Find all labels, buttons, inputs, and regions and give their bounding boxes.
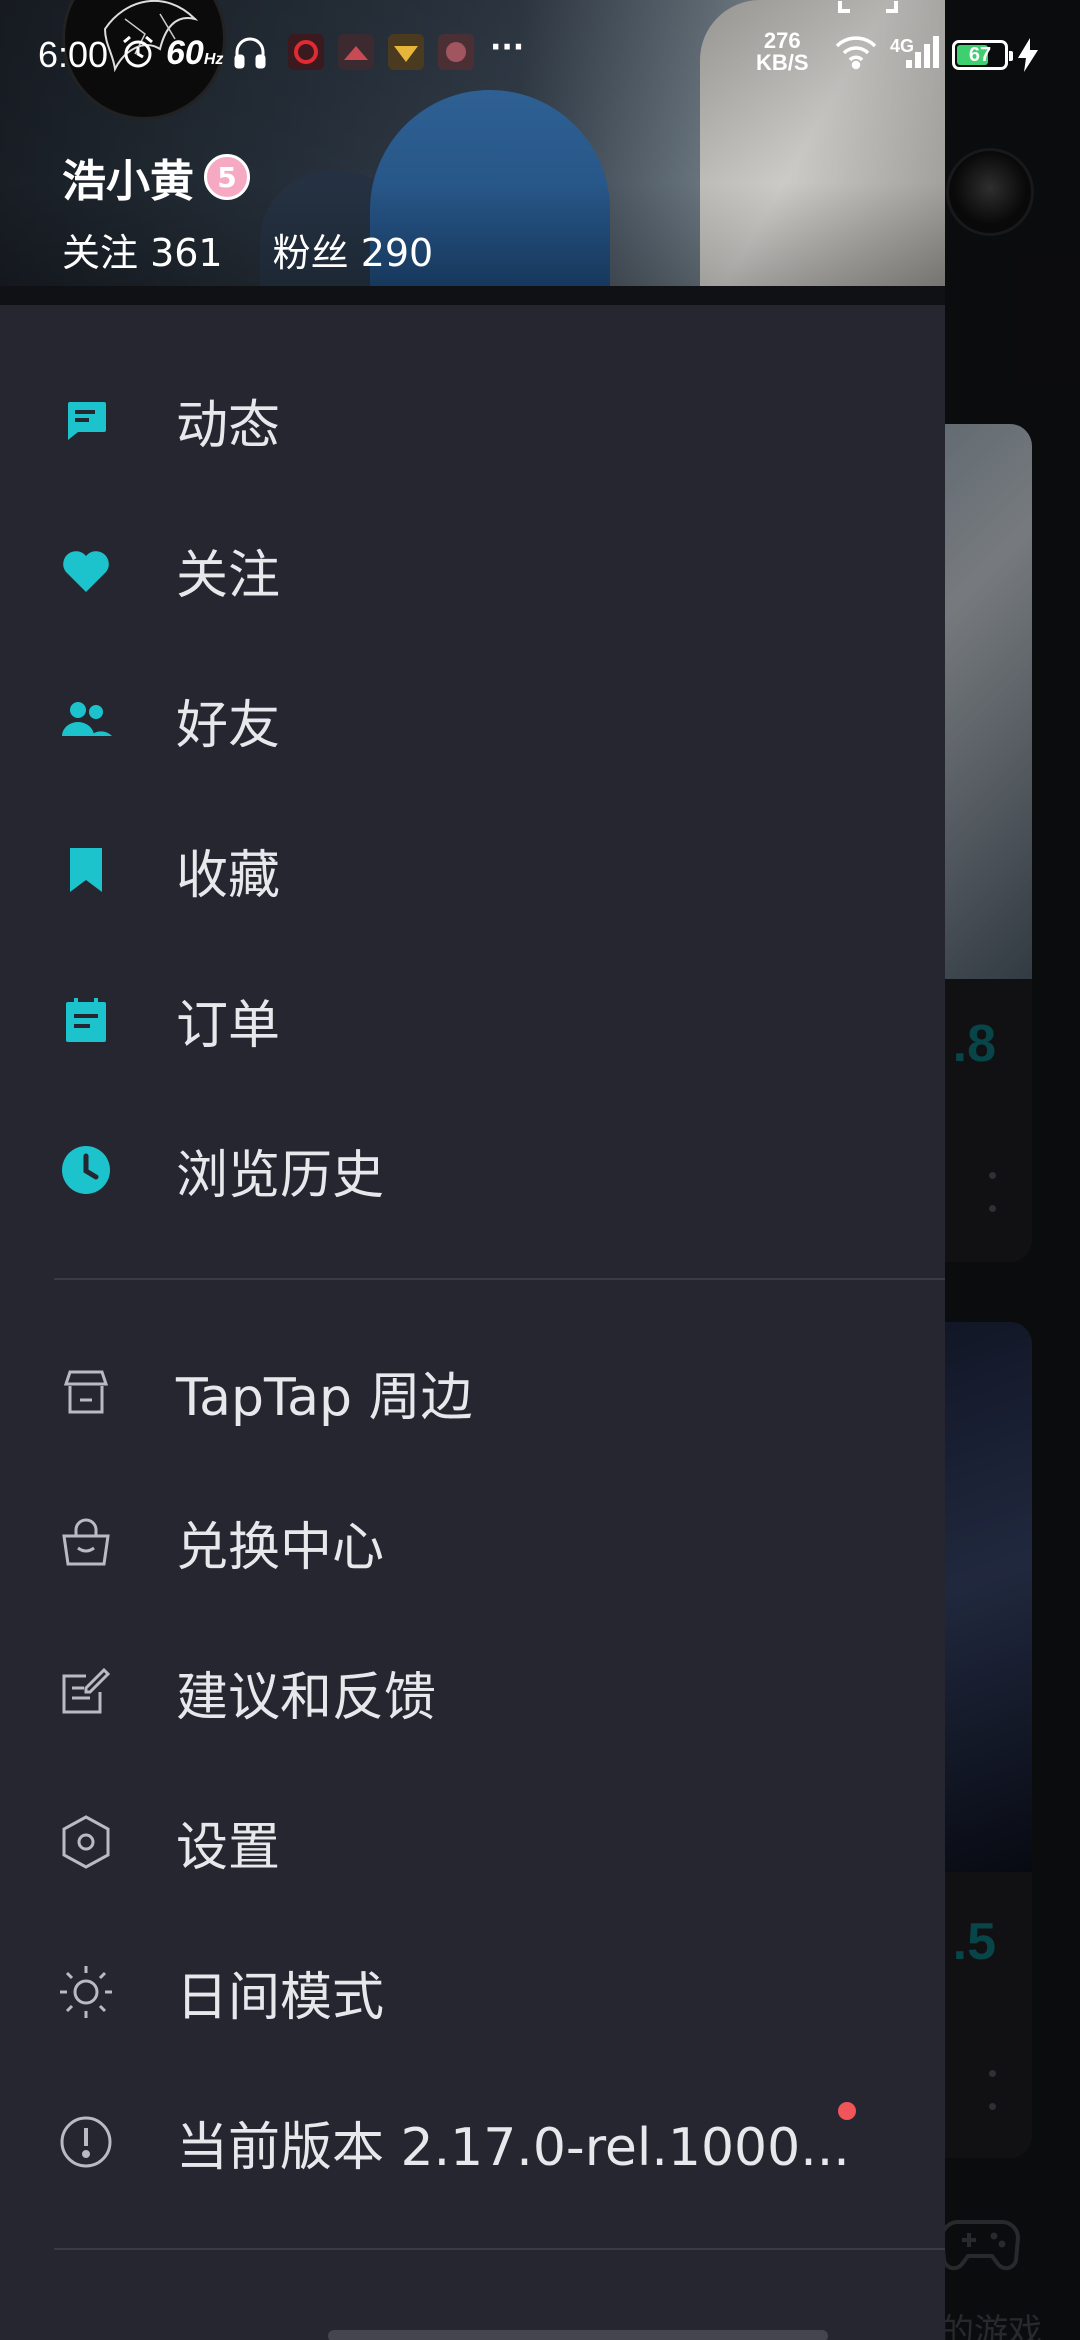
menu-item-settings[interactable]: 设置 bbox=[0, 1782, 945, 1902]
menu-label: 建议和反馈 bbox=[176, 1667, 437, 1728]
menu-label: 关注 bbox=[176, 545, 281, 606]
level-badge: 5 bbox=[204, 154, 250, 200]
menu-label: 好友 bbox=[176, 695, 281, 756]
feedback-icon bbox=[58, 1664, 114, 1720]
shopping-bag-icon bbox=[58, 1514, 114, 1570]
menu-item-orders[interactable]: 订单 bbox=[0, 960, 945, 1080]
username[interactable]: 浩小黄 5 bbox=[62, 145, 250, 209]
menu-label: 浏览历史 bbox=[176, 1145, 385, 1206]
menu-label: TapTap 周边 bbox=[176, 1367, 473, 1428]
menu-item-version[interactable]: 当前版本 2.17.0-rel.1000... bbox=[0, 2082, 945, 2202]
app-notification-icon bbox=[438, 34, 474, 74]
menu-label: 收藏 bbox=[176, 845, 281, 906]
followers-count[interactable]: 粉丝 290 bbox=[273, 222, 434, 277]
history-icon bbox=[58, 1142, 114, 1198]
menu-label: 订单 bbox=[176, 995, 281, 1056]
wifi-icon bbox=[834, 34, 878, 74]
status-bar: 6:00 60Hz ··· 276 KB/S 4G 67 bbox=[0, 0, 1080, 110]
menu-divider bbox=[54, 1278, 945, 1280]
screen: .8 .5 的游戏 浩小黄 5 关注 361 粉丝 290 动态 关注 好友 收… bbox=[0, 0, 1080, 2340]
store-icon bbox=[58, 1364, 114, 1420]
menu-label: 兑换中心 bbox=[176, 1517, 385, 1578]
menu-label: 当前版本 2.17.0-rel.1000... bbox=[176, 2117, 850, 2178]
menu-divider bbox=[54, 2248, 945, 2250]
update-notification-dot bbox=[838, 2102, 856, 2120]
menu-item-feedback[interactable]: 建议和反馈 bbox=[0, 1632, 945, 1752]
menu-label: 设置 bbox=[176, 1817, 281, 1878]
status-time: 6:00 bbox=[38, 34, 109, 75]
netease-music-icon bbox=[288, 34, 324, 74]
sun-icon bbox=[58, 1964, 114, 2020]
more-notifications: ··· bbox=[490, 30, 525, 65]
cellular-signal-icon bbox=[904, 34, 940, 74]
menu-item-redeem-center[interactable]: 兑换中心 bbox=[0, 1482, 945, 1602]
menu-label: 日间模式 bbox=[176, 1967, 385, 2028]
menu-item-history[interactable]: 浏览历史 bbox=[0, 1110, 945, 1230]
alarm-icon bbox=[120, 34, 156, 74]
menu-item-day-mode[interactable]: 日间模式 bbox=[0, 1932, 945, 2052]
info-icon bbox=[58, 2114, 114, 2170]
charging-icon bbox=[1018, 38, 1038, 76]
feed-icon bbox=[58, 392, 114, 448]
menu-item-following[interactable]: 关注 bbox=[0, 510, 945, 630]
menu-item-feed[interactable]: 动态 bbox=[0, 360, 945, 480]
profile-stats: 关注 361 粉丝 290 bbox=[62, 222, 433, 277]
game-app-icon bbox=[388, 34, 424, 74]
battery-indicator: 67 bbox=[952, 40, 1013, 70]
headphones-icon bbox=[232, 34, 268, 74]
settings-icon bbox=[58, 1814, 114, 1870]
menu-item-merch-store[interactable]: TapTap 周边 bbox=[0, 1332, 945, 1452]
scan-icon[interactable] bbox=[838, 0, 898, 19]
app-notification-icon bbox=[338, 34, 374, 74]
order-icon bbox=[58, 992, 114, 1048]
navigation-drawer: 浩小黄 5 关注 361 粉丝 290 动态 关注 好友 收藏 订单 浏览历史 … bbox=[0, 0, 945, 2340]
refresh-rate: 60Hz bbox=[166, 34, 224, 72]
battery-level: 67 bbox=[968, 44, 992, 66]
bookmark-icon bbox=[58, 842, 114, 898]
friends-icon bbox=[58, 692, 114, 748]
clipped-menu-item[interactable] bbox=[58, 2320, 828, 2340]
menu-label: 动态 bbox=[176, 395, 281, 456]
username-text: 浩小黄 bbox=[62, 156, 194, 207]
following-count[interactable]: 关注 361 bbox=[62, 222, 223, 277]
menu-item-favorites[interactable]: 收藏 bbox=[0, 810, 945, 930]
menu-item-friends[interactable]: 好友 bbox=[0, 660, 945, 780]
heart-icon bbox=[58, 542, 114, 598]
network-speed: 276 KB/S bbox=[756, 28, 809, 75]
